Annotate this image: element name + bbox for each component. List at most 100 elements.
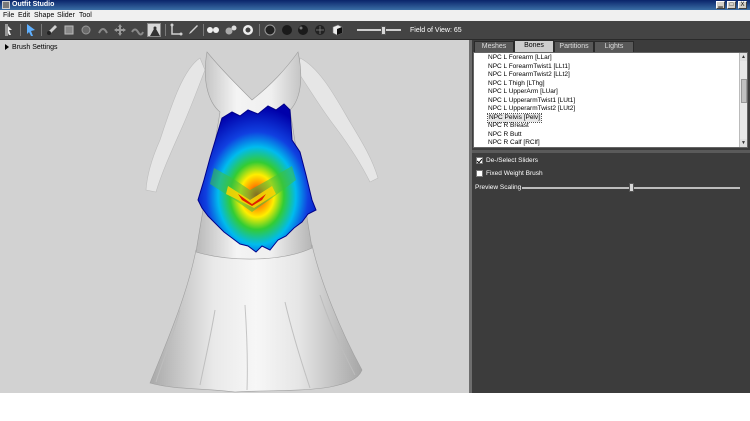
deselect-sliders-checkbox[interactable] [476, 156, 483, 164]
close-button[interactable]: X [738, 1, 747, 9]
view-smooth-button[interactable] [224, 23, 238, 37]
deflate-icon [98, 28, 108, 34]
lit-sphere-icon [298, 25, 308, 35]
bone-list-item[interactable]: NPC L UpperarmTwist1 [LUt1] [488, 97, 575, 105]
brush-settings-label: Brush Settings [12, 44, 58, 51]
dress-skirt [149, 244, 363, 393]
preview-scaling-thumb[interactable] [629, 183, 634, 192]
eyedropper-button[interactable] [186, 23, 200, 37]
fov-slider-thumb[interactable] [381, 26, 386, 35]
bone-list-item[interactable]: NPC L UpperArm [LUar] [488, 88, 558, 96]
shading-solid-button[interactable] [263, 23, 277, 37]
cube-icon [332, 24, 343, 36]
smooth-icon [131, 28, 144, 36]
toolbar-separator [259, 24, 260, 36]
menu-edit[interactable]: Edit [18, 10, 30, 21]
bone-list-item[interactable]: NPC L ForearmTwist2 [LLt2] [488, 71, 570, 79]
bone-list-item[interactable]: NPC L Thigh [LThg] [488, 80, 545, 88]
pointer-icon [27, 24, 35, 36]
brush-standard-button[interactable] [45, 23, 59, 37]
3d-viewport[interactable]: Brush Settings [0, 40, 469, 393]
left-arm [145, 57, 206, 193]
brush-inflate-button[interactable] [79, 23, 93, 37]
bone-list-item[interactable]: NPC L Forearm [LLar] [488, 54, 552, 62]
toolbar-separator [20, 24, 21, 36]
menu-tool[interactable]: Tool [79, 10, 92, 21]
deselect-sliders-label: De-/Select Sliders [486, 157, 539, 164]
wireframe-sphere-icon [243, 25, 253, 35]
fixed-weight-brush-option[interactable]: Fixed Weight Brush [476, 169, 543, 179]
bone-list-item[interactable]: NPC L UpperarmTwist2 [LUt2] [488, 105, 575, 113]
toggle-mesh-button[interactable] [330, 23, 344, 37]
maximize-icon: □ [729, 2, 734, 8]
select-tool-button[interactable] [3, 23, 17, 37]
menu-slider[interactable]: Slider [57, 10, 75, 21]
scroll-up-icon[interactable]: ▲ [740, 53, 747, 61]
fixed-weight-brush-label: Fixed Weight Brush [486, 170, 543, 177]
fov-slider-track [357, 29, 401, 31]
menu-shape[interactable]: Shape [34, 10, 54, 21]
maximize-button[interactable]: □ [727, 1, 736, 9]
bone-list-item-selected[interactable]: NPC Pelvis [Pelv] [487, 112, 542, 123]
fixed-weight-brush-checkbox[interactable] [476, 169, 483, 177]
eyedropper-icon [189, 25, 198, 34]
right-arm [297, 57, 379, 183]
triangle-right-icon [5, 44, 9, 51]
field-of-view-label: Field of View: 65 [410, 27, 462, 34]
bone-select-icon [5, 24, 12, 36]
field-of-view-slider[interactable] [357, 26, 401, 35]
textured-sphere-icon [315, 25, 325, 35]
minimize-button[interactable]: ▁ [716, 1, 725, 9]
brush-smooth-button[interactable] [130, 23, 144, 37]
inflate-icon [81, 25, 91, 35]
app-icon [2, 1, 10, 9]
brush-settings-toggle[interactable]: Brush Settings [5, 43, 58, 52]
brush-move-button[interactable] [113, 23, 127, 37]
toolbar-separator [165, 24, 166, 36]
brush-deflate-button[interactable] [96, 23, 110, 37]
edge-tool-button[interactable] [169, 23, 183, 37]
view-wireframe-button[interactable] [241, 23, 255, 37]
spheres-shaded-icon [225, 25, 237, 35]
edge-icon [170, 23, 183, 36]
mask-icon [64, 25, 74, 35]
transform-tool-button[interactable] [24, 23, 38, 37]
menu-file[interactable]: File [3, 10, 14, 21]
view-front-button[interactable] [206, 23, 220, 37]
menu-bar: File Edit Shape Slider Tool [0, 10, 750, 21]
brush-weight-button[interactable] [147, 23, 161, 37]
tab-lights[interactable]: Lights [594, 41, 634, 52]
panel-tabs: Meshes Bones Partitions Lights [472, 40, 750, 52]
right-panel: Meshes Bones Partitions Lights NPC L For… [472, 40, 750, 393]
outfit-mesh-render[interactable] [0, 40, 469, 393]
bone-list-item[interactable]: NPC R Breast [488, 122, 529, 130]
panel-divider[interactable] [472, 150, 750, 153]
move-icon [114, 24, 126, 36]
shading-lit-button[interactable] [296, 23, 310, 37]
deselect-sliders-option[interactable]: De-/Select Sliders [476, 156, 538, 166]
shading-texture-button[interactable] [313, 23, 327, 37]
minimize-icon: ▁ [718, 2, 723, 8]
tab-bones[interactable]: Bones [514, 40, 554, 52]
scrollbar-thumb[interactable] [741, 79, 747, 103]
tab-partitions[interactable]: Partitions [554, 41, 594, 52]
bone-list-item[interactable]: NPC R Calf [RClf] [488, 139, 540, 147]
bone-list-scrollbar[interactable]: ▲ ▼ [739, 53, 747, 147]
bone-list-item[interactable]: NPC R Butt [488, 131, 522, 139]
toolbar-separator [41, 24, 42, 36]
title-bar: Outfit Studio ▁ □ X [0, 0, 750, 10]
dark-sphere-icon [282, 25, 292, 35]
toolbar-separator [203, 24, 204, 36]
solid-sphere-icon [264, 24, 276, 36]
scroll-down-icon[interactable]: ▼ [740, 139, 747, 147]
brush-mask-button[interactable] [62, 23, 76, 37]
bone-list[interactable]: NPC L Forearm [LLar] NPC L ForearmTwist1… [473, 52, 748, 148]
preview-scaling-label: Preview Scaling [475, 184, 522, 191]
bone-list-item[interactable]: NPC L ForearmTwist1 [LLt1] [488, 63, 570, 71]
shading-dark-button[interactable] [280, 23, 294, 37]
weight-paint-icon [150, 26, 160, 36]
brush-icon [47, 25, 57, 35]
two-spheres-icon [207, 27, 219, 33]
preview-scaling-slider[interactable] [522, 183, 740, 193]
tab-meshes[interactable]: Meshes [474, 41, 514, 52]
